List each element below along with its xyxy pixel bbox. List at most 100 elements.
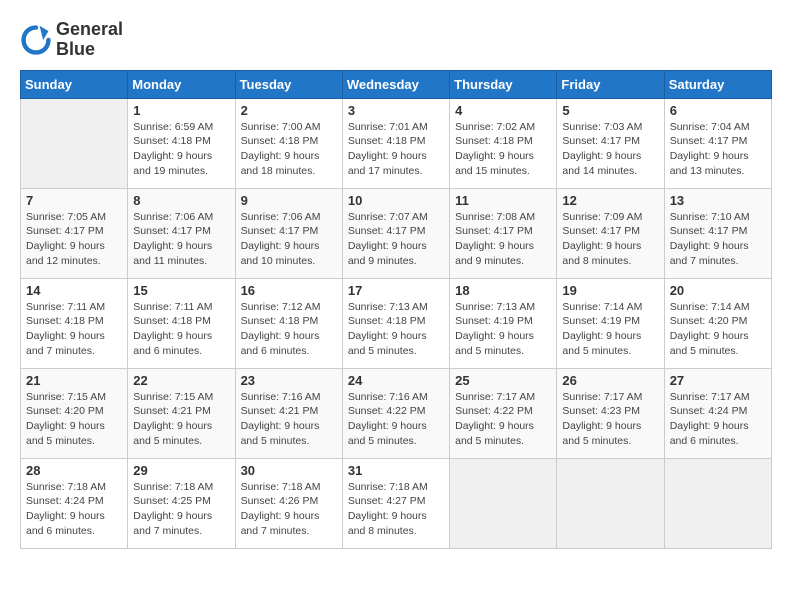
day-number: 9 [241, 193, 337, 208]
day-info: Sunrise: 7:06 AM Sunset: 4:17 PM Dayligh… [241, 210, 337, 269]
logo-icon [20, 24, 52, 56]
day-info: Sunrise: 7:06 AM Sunset: 4:17 PM Dayligh… [133, 210, 229, 269]
day-info: Sunrise: 7:02 AM Sunset: 4:18 PM Dayligh… [455, 120, 551, 179]
calendar-cell: 14 Sunrise: 7:11 AM Sunset: 4:18 PM Dayli… [21, 278, 128, 368]
day-info: Sunrise: 7:09 AM Sunset: 4:17 PM Dayligh… [562, 210, 658, 269]
logo-text-line1: General [56, 20, 123, 40]
calendar-cell: 24 Sunrise: 7:16 AM Sunset: 4:22 PM Dayli… [342, 368, 449, 458]
calendar-cell: 28Sunrise: 7:18 AM Sunset: 4:24 PM Dayli… [21, 458, 128, 548]
calendar-cell [21, 98, 128, 188]
header-wednesday: Wednesday [342, 70, 449, 98]
calendar-cell: 11Sunrise: 7:08 AM Sunset: 4:17 PM Dayli… [450, 188, 557, 278]
calendar-cell: 4 Sunrise: 7:02 AM Sunset: 4:18 PM Daylig… [450, 98, 557, 188]
calendar-cell: 10 Sunrise: 7:07 AM Sunset: 4:17 PM Dayli… [342, 188, 449, 278]
calendar-cell: 15 Sunrise: 7:11 AM Sunset: 4:18 PM Dayli… [128, 278, 235, 368]
day-number: 23 [241, 373, 337, 388]
calendar-cell: 17 Sunrise: 7:13 AM Sunset: 4:18 PM Dayli… [342, 278, 449, 368]
day-info: Sunrise: 7:04 AM Sunset: 4:17 PM Dayligh… [670, 120, 766, 179]
calendar-cell: 16 Sunrise: 7:12 AM Sunset: 4:18 PM Dayli… [235, 278, 342, 368]
day-info: Sunrise: 7:00 AM Sunset: 4:18 PM Dayligh… [241, 120, 337, 179]
day-number: 1 [133, 103, 229, 118]
page-header: General Blue [20, 20, 772, 60]
week-row-4: 28Sunrise: 7:18 AM Sunset: 4:24 PM Dayli… [21, 458, 772, 548]
day-number: 29 [133, 463, 229, 478]
day-info: Sunrise: 7:16 AM Sunset: 4:22 PM Dayligh… [348, 390, 444, 449]
header-friday: Friday [557, 70, 664, 98]
day-info: Sunrise: 7:11 AM Sunset: 4:18 PM Dayligh… [26, 300, 122, 359]
day-info: Sunrise: 7:08 AM Sunset: 4:17 PM Dayligh… [455, 210, 551, 269]
day-info: Sunrise: 7:10 AM Sunset: 4:17 PM Dayligh… [670, 210, 766, 269]
day-number: 6 [670, 103, 766, 118]
day-number: 3 [348, 103, 444, 118]
calendar-cell [450, 458, 557, 548]
day-number: 16 [241, 283, 337, 298]
day-number: 22 [133, 373, 229, 388]
day-number: 10 [348, 193, 444, 208]
day-number: 25 [455, 373, 551, 388]
day-number: 19 [562, 283, 658, 298]
header-tuesday: Tuesday [235, 70, 342, 98]
day-number: 13 [670, 193, 766, 208]
day-info: Sunrise: 7:01 AM Sunset: 4:18 PM Dayligh… [348, 120, 444, 179]
calendar-cell: 30Sunrise: 7:18 AM Sunset: 4:26 PM Dayli… [235, 458, 342, 548]
day-info: Sunrise: 7:18 AM Sunset: 4:27 PM Dayligh… [348, 480, 444, 539]
calendar-cell: 22 Sunrise: 7:15 AM Sunset: 4:21 PM Dayli… [128, 368, 235, 458]
calendar-cell: 23 Sunrise: 7:16 AM Sunset: 4:21 PM Dayli… [235, 368, 342, 458]
day-number: 4 [455, 103, 551, 118]
logo-text-line2: Blue [56, 40, 123, 60]
week-row-0: 1 Sunrise: 6:59 AM Sunset: 4:18 PM Daylig… [21, 98, 772, 188]
day-info: Sunrise: 7:17 AM Sunset: 4:24 PM Dayligh… [670, 390, 766, 449]
day-info: Sunrise: 7:15 AM Sunset: 4:21 PM Dayligh… [133, 390, 229, 449]
calendar-header-row: SundayMondayTuesdayWednesdayThursdayFrid… [21, 70, 772, 98]
day-number: 14 [26, 283, 122, 298]
calendar-cell: 18Sunrise: 7:13 AM Sunset: 4:19 PM Dayli… [450, 278, 557, 368]
day-number: 21 [26, 373, 122, 388]
calendar-cell: 19 Sunrise: 7:14 AM Sunset: 4:19 PM Dayli… [557, 278, 664, 368]
day-number: 31 [348, 463, 444, 478]
calendar-cell: 27 Sunrise: 7:17 AM Sunset: 4:24 PM Dayli… [664, 368, 771, 458]
calendar-cell: 29 Sunrise: 7:18 AM Sunset: 4:25 PM Dayli… [128, 458, 235, 548]
day-number: 20 [670, 283, 766, 298]
calendar-cell: 25 Sunrise: 7:17 AM Sunset: 4:22 PM Dayli… [450, 368, 557, 458]
day-number: 24 [348, 373, 444, 388]
day-info: Sunrise: 7:16 AM Sunset: 4:21 PM Dayligh… [241, 390, 337, 449]
calendar-cell: 26Sunrise: 7:17 AM Sunset: 4:23 PM Dayli… [557, 368, 664, 458]
day-number: 17 [348, 283, 444, 298]
day-info: Sunrise: 7:17 AM Sunset: 4:23 PM Dayligh… [562, 390, 658, 449]
day-info: Sunrise: 7:03 AM Sunset: 4:17 PM Dayligh… [562, 120, 658, 179]
day-number: 28 [26, 463, 122, 478]
calendar-cell: 7 Sunrise: 7:05 AM Sunset: 4:17 PM Daylig… [21, 188, 128, 278]
calendar-cell: 6 Sunrise: 7:04 AM Sunset: 4:17 PM Daylig… [664, 98, 771, 188]
day-info: Sunrise: 7:17 AM Sunset: 4:22 PM Dayligh… [455, 390, 551, 449]
calendar-cell: 9 Sunrise: 7:06 AM Sunset: 4:17 PM Daylig… [235, 188, 342, 278]
calendar-cell: 5 Sunrise: 7:03 AM Sunset: 4:17 PM Daylig… [557, 98, 664, 188]
calendar-cell [664, 458, 771, 548]
header-sunday: Sunday [21, 70, 128, 98]
week-row-3: 21Sunrise: 7:15 AM Sunset: 4:20 PM Dayli… [21, 368, 772, 458]
calendar-cell: 13 Sunrise: 7:10 AM Sunset: 4:17 PM Dayli… [664, 188, 771, 278]
day-info: Sunrise: 7:05 AM Sunset: 4:17 PM Dayligh… [26, 210, 122, 269]
day-number: 8 [133, 193, 229, 208]
calendar-cell: 12Sunrise: 7:09 AM Sunset: 4:17 PM Dayli… [557, 188, 664, 278]
day-number: 15 [133, 283, 229, 298]
day-info: Sunrise: 7:18 AM Sunset: 4:26 PM Dayligh… [241, 480, 337, 539]
day-info: Sunrise: 7:13 AM Sunset: 4:19 PM Dayligh… [455, 300, 551, 359]
logo: General Blue [20, 20, 123, 60]
day-number: 5 [562, 103, 658, 118]
day-info: Sunrise: 7:18 AM Sunset: 4:25 PM Dayligh… [133, 480, 229, 539]
day-number: 2 [241, 103, 337, 118]
header-saturday: Saturday [664, 70, 771, 98]
day-info: Sunrise: 7:14 AM Sunset: 4:19 PM Dayligh… [562, 300, 658, 359]
day-info: Sunrise: 6:59 AM Sunset: 4:18 PM Dayligh… [133, 120, 229, 179]
day-number: 27 [670, 373, 766, 388]
header-monday: Monday [128, 70, 235, 98]
day-info: Sunrise: 7:07 AM Sunset: 4:17 PM Dayligh… [348, 210, 444, 269]
calendar-cell: 21Sunrise: 7:15 AM Sunset: 4:20 PM Dayli… [21, 368, 128, 458]
day-info: Sunrise: 7:11 AM Sunset: 4:18 PM Dayligh… [133, 300, 229, 359]
day-number: 7 [26, 193, 122, 208]
week-row-2: 14 Sunrise: 7:11 AM Sunset: 4:18 PM Dayli… [21, 278, 772, 368]
day-info: Sunrise: 7:14 AM Sunset: 4:20 PM Dayligh… [670, 300, 766, 359]
day-info: Sunrise: 7:12 AM Sunset: 4:18 PM Dayligh… [241, 300, 337, 359]
day-info: Sunrise: 7:13 AM Sunset: 4:18 PM Dayligh… [348, 300, 444, 359]
calendar-cell: 3 Sunrise: 7:01 AM Sunset: 4:18 PM Daylig… [342, 98, 449, 188]
